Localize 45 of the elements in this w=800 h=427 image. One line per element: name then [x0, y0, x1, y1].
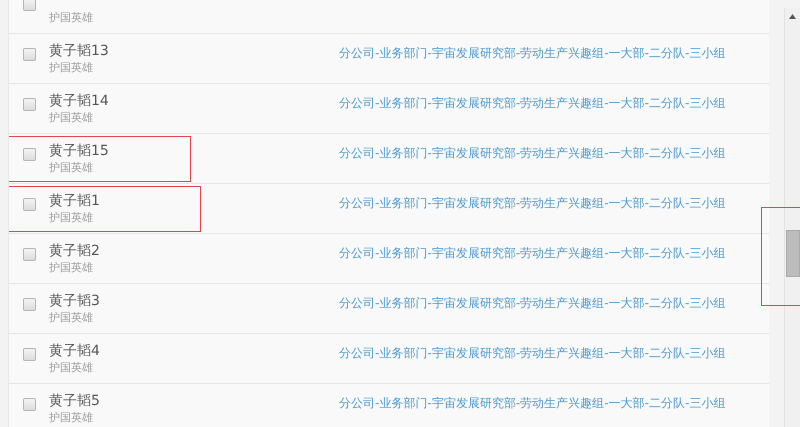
checkbox[interactable] — [23, 98, 36, 111]
person-title: 护国英雄 — [49, 360, 93, 375]
list-row[interactable]: 黄子韬13 护国英雄 分公司-业务部门-宇宙发展研究部-劳动生产兴趣组-一大部-二分队-三小组 — [9, 34, 770, 84]
department-path: 分公司-业务部门-宇宙发展研究部-劳动生产兴趣组-一大部-二分队-三小组 — [339, 95, 726, 112]
person-title: 护国英雄 — [49, 310, 93, 325]
department-path: 分公司-业务部门-宇宙发展研究部-劳动生产兴趣组-一大部-二分队-三小组 — [339, 245, 726, 262]
checkbox[interactable] — [23, 48, 36, 61]
checkbox[interactable] — [23, 198, 36, 211]
checkbox[interactable] — [23, 398, 36, 411]
list-row[interactable]: 黄子韬4 护国英雄 分公司-业务部门-宇宙发展研究部-劳动生产兴趣组-一大部-二分队-三小组 — [9, 334, 770, 384]
person-title: 护国英雄 — [49, 410, 93, 425]
checkbox[interactable] — [23, 298, 36, 311]
checkbox[interactable] — [23, 148, 36, 161]
person-title: 护国英雄 — [49, 210, 93, 225]
list-row[interactable]: 黄子韬1 护国英雄 分公司-业务部门-宇宙发展研究部-劳动生产兴趣组-一大部-二分队-三小组 — [9, 184, 770, 234]
department-path: 分公司-业务部门-宇宙发展研究部-劳动生产兴趣组-一大部-二分队-三小组 — [339, 395, 726, 412]
person-title: 护国英雄 — [49, 110, 93, 125]
person-name: 黄子韬2 — [49, 242, 100, 260]
department-path: 分公司-业务部门-宇宙发展研究部-劳动生产兴趣组-一大部-二分队-三小组 — [339, 345, 726, 362]
person-title: 护国英雄 — [49, 60, 93, 75]
checkbox[interactable] — [23, 0, 36, 11]
department-path: 分公司-业务部门-宇宙发展研究部-劳动生产兴趣组-一大部-二分队-三小组 — [339, 195, 726, 212]
list-row[interactable]: 黄子韬14 护国英雄 分公司-业务部门-宇宙发展研究部-劳动生产兴趣组-一大部-二分队-三小组 — [9, 84, 770, 134]
list-row[interactable]: 黄子韬3 护国英雄 分公司-业务部门-宇宙发展研究部-劳动生产兴趣组-一大部-二分队-三小组 — [9, 284, 770, 334]
list-row[interactable]: 黄子韬15 护国英雄 分公司-业务部门-宇宙发展研究部-劳动生产兴趣组-一大部-二分队-三小组 — [9, 134, 770, 184]
person-title: 护国英雄 — [49, 160, 93, 175]
checkbox[interactable] — [23, 348, 36, 361]
person-name: 黄子韬1 — [49, 192, 100, 210]
scroll-thumb[interactable] — [786, 230, 800, 277]
person-name: 黄子韬5 — [49, 392, 100, 410]
person-title: 护国英雄 — [49, 260, 93, 275]
person-title: 护国英雄 — [49, 10, 93, 25]
department-path: 分公司-业务部门-宇宙发展研究部-劳动生产兴趣组-一大部-二分队-三小组 — [339, 145, 726, 162]
scrollbar[interactable] — [784, 8, 800, 427]
scroll-up-icon[interactable] — [789, 14, 796, 19]
person-name: 黄子韬3 — [49, 292, 100, 310]
department-path: 分公司-业务部门-宇宙发展研究部-劳动生产兴趣组-一大部-二分队-三小组 — [339, 45, 726, 62]
list-row[interactable]: 黄子韬5 护国英雄 分公司-业务部门-宇宙发展研究部-劳动生产兴趣组-一大部-二分队-三小组 — [9, 384, 770, 427]
person-name: 黄子韬13 — [49, 42, 109, 60]
person-name: 黄子韬4 — [49, 342, 100, 360]
checkbox[interactable] — [23, 248, 36, 261]
list-row[interactable]: 黄子韬2 护国英雄 分公司-业务部门-宇宙发展研究部-劳动生产兴趣组-一大部-二分队-三小组 — [9, 234, 770, 284]
person-name: 黄子韬15 — [49, 142, 109, 160]
person-name: 黄子韬14 — [49, 92, 109, 110]
department-path: 分公司-业务部门-宇宙发展研究部-劳动生产兴趣组-一大部-二分队-三小组 — [339, 295, 726, 312]
